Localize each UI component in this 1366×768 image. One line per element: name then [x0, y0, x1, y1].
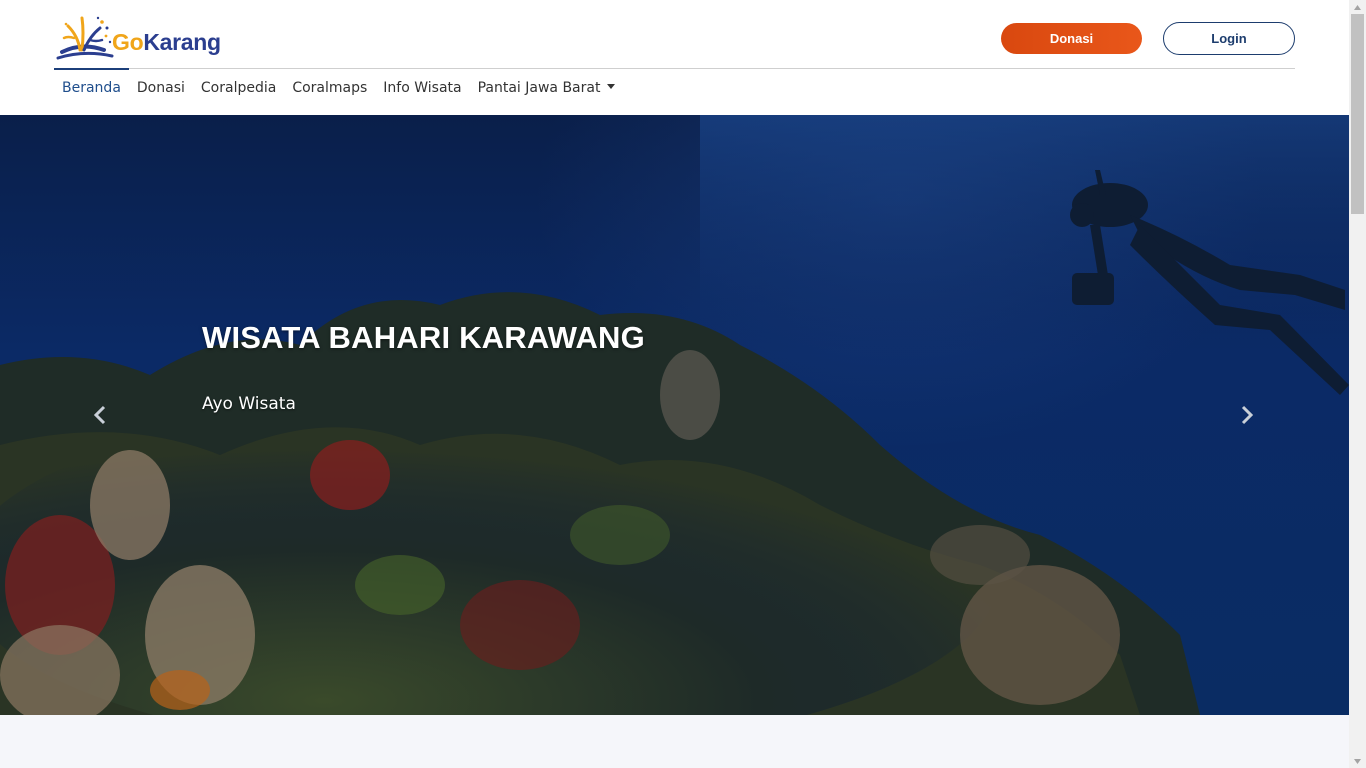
carousel-next-button[interactable]	[1232, 400, 1262, 430]
nav-item-pantai-jawa-barat-label: Pantai Jawa Barat	[477, 80, 601, 96]
carousel-prev-button[interactable]	[85, 400, 115, 430]
scrollbar-thumb[interactable]	[1351, 14, 1364, 214]
scroll-up-arrow-icon[interactable]	[1349, 0, 1366, 14]
coral-logo-icon	[56, 16, 114, 60]
site-header: GoKarang Donasi Login Beranda Donasi Cor…	[0, 0, 1349, 115]
scroll-down-arrow-icon[interactable]	[1349, 754, 1366, 768]
brand-name: GoKarang	[112, 29, 221, 56]
page: GoKarang Donasi Login Beranda Donasi Cor…	[0, 0, 1349, 768]
main-nav: Beranda Donasi Coralpedia Coralmaps Info…	[54, 70, 623, 106]
content-section	[0, 715, 1349, 768]
nav-item-beranda[interactable]: Beranda	[54, 70, 129, 106]
hero-carousel: WISATA BAHARI KARAWANG Ayo Wisata	[0, 115, 1349, 715]
nav-item-coralmaps[interactable]: Coralmaps	[284, 70, 375, 106]
caret-down-icon	[607, 84, 616, 89]
login-button[interactable]: Login	[1163, 22, 1295, 55]
chevron-left-icon	[93, 405, 106, 425]
header-divider	[54, 68, 1295, 69]
donate-button[interactable]: Donasi	[1001, 23, 1142, 54]
page-scrollbar[interactable]	[1349, 0, 1366, 768]
nav-item-coralpedia[interactable]: Coralpedia	[193, 70, 284, 106]
nav-item-pantai-jawa-barat[interactable]: Pantai Jawa Barat	[470, 70, 624, 106]
brand-name-suffix: Karang	[143, 28, 221, 55]
hero-subtitle: Ayo Wisata	[202, 394, 296, 414]
hero-title: WISATA BAHARI KARAWANG	[202, 320, 645, 355]
hero-background-image	[0, 115, 1349, 715]
brand-logo-link[interactable]: GoKarang	[54, 12, 254, 64]
nav-item-donasi[interactable]: Donasi	[129, 70, 193, 106]
nav-item-info-wisata[interactable]: Info Wisata	[375, 70, 469, 106]
brand-name-prefix: Go	[112, 28, 144, 55]
chevron-right-icon	[1241, 405, 1254, 425]
